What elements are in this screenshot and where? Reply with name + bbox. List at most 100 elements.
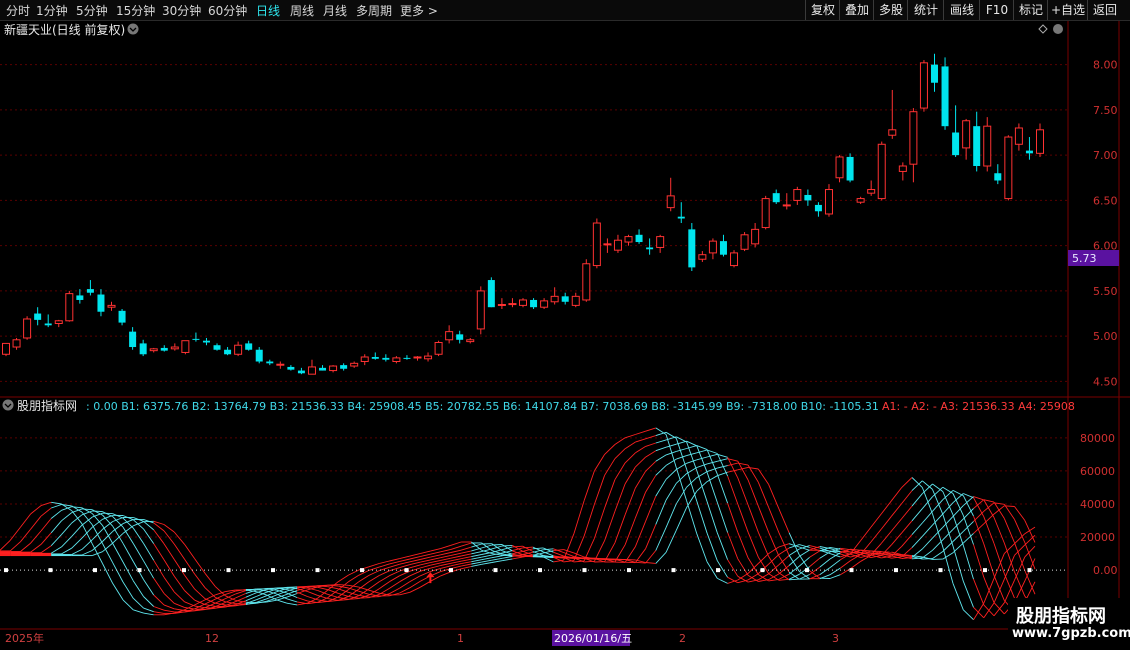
indicator-line-seg [645,524,657,549]
chevron-down-icon[interactable] [127,23,139,35]
indicator-line-seg [174,602,185,608]
draw-button[interactable]: 画线 [943,0,980,20]
mark-button[interactable]: 标记 [1013,0,1048,20]
indicator-line-seg [973,606,985,619]
indicator-line-seg [461,563,472,567]
indicator-line-seg [40,501,52,507]
zero-marker [360,568,364,573]
indicator-line-seg [809,550,821,558]
candle-body-up [413,356,422,359]
price-tick-label: 4.50 [1093,375,1118,388]
candle-body-up [793,189,802,201]
indicator-line-seg [1003,518,1015,543]
candle-body-up [276,363,285,366]
f10-button[interactable]: F10 [979,0,1014,20]
settings-dot-icon[interactable] [1053,24,1063,34]
indicator-line-seg [737,532,749,559]
indicator-line-seg [757,505,770,533]
candle-body-up [730,252,739,267]
indicator-line-seg [286,602,298,606]
indicator-line-seg [9,526,21,541]
tab-monthly[interactable]: 月线 [323,2,347,19]
candle-body-down [86,289,94,293]
indicator-line-seg [512,556,523,560]
indicator-line-seg [768,564,780,575]
indicator-line-seg [348,587,359,592]
indicator-line-seg [645,427,656,432]
indicator-line-seg [737,466,749,471]
indicator-line-seg [502,555,513,559]
candle-body-down [677,216,685,219]
kline-chart[interactable]: 4.505.005.506.006.507.007.508.00 0.00200… [0,21,1130,650]
indicator-line-seg [768,507,780,533]
tab-fenshi[interactable]: 分时 [6,2,30,19]
indicator-line-seg [91,529,103,541]
add-watchlist-button[interactable]: +自选 [1047,0,1088,20]
indicator-line-seg [471,559,482,563]
candle-body-up [656,236,665,248]
indicator-line-seg [655,479,667,497]
tab-15min[interactable]: 15分钟 [116,2,155,19]
indicator-line-seg [286,598,298,603]
stats-button[interactable]: 统计 [907,0,944,20]
tab-60min[interactable]: 60分钟 [208,2,247,19]
indicator-line-seg [379,563,390,568]
indicator-line-seg [471,554,482,558]
indicator-line-seg [624,452,636,464]
indicator-line-seg [163,524,175,533]
indicator-line-seg [716,473,729,504]
tab-5min[interactable]: 5分钟 [76,2,108,19]
indicator-line-seg [840,568,851,576]
zero-marker [538,568,542,573]
back-button[interactable]: 返回 [1087,0,1122,20]
indicator-line-seg [307,596,318,601]
tab-1min[interactable]: 1分钟 [36,2,68,19]
candle-body-up [698,254,707,260]
indicator-line-seg [399,575,411,583]
candle-body-down [561,296,569,302]
diamond-icon[interactable] [1038,24,1048,34]
indicator-line-seg [71,537,83,549]
zero-marker [315,568,320,573]
tab-daily[interactable]: 日线 [256,2,280,19]
indicator-line-seg [727,462,738,467]
indicator-line-seg [737,558,749,576]
tab-30min[interactable]: 30分钟 [162,2,201,19]
indicator-line-seg [173,559,185,576]
indicator-line-seg [460,542,472,547]
indicator-line-seg [348,569,359,576]
date-label-1: 1 [457,632,464,645]
indicator-line-seg [983,516,995,544]
indicator-line-seg [942,546,954,584]
adjust-button[interactable]: 复权 [805,0,840,20]
indicator-tick-label: 60000 [1080,465,1115,478]
tab-multi-period[interactable]: 多周期 [356,2,392,19]
indicator-line-seg [880,515,892,530]
indicator-line-seg [952,505,964,517]
indicator-menu-icon[interactable] [2,399,14,411]
indicator-line-seg [460,565,472,570]
stock-title: 新疆天业(日线 前复权) [4,22,125,37]
zero-marker [894,568,898,573]
tab-weekly[interactable]: 周线 [290,2,314,19]
indicator-line-seg [419,553,431,558]
candle-body-down [76,295,84,300]
zero-marker [760,568,765,573]
indicator-line-seg [133,609,144,614]
overlay-button[interactable]: 叠加 [839,0,874,20]
candle-body-down [129,331,137,348]
indicator-line-seg [624,487,636,515]
indicator-line-seg [91,509,103,516]
indicator-line-seg [450,558,462,562]
cursor-date-text: 2026/01/16/五 [554,632,632,645]
watermark-title: 股朋指标网 [1016,606,1106,627]
tab-more[interactable]: 更多 > [400,2,438,19]
multi-stock-button[interactable]: 多股 [873,0,908,20]
indicator-line-seg [461,556,472,560]
indicator-line-seg [901,477,913,488]
indicator-line-seg [163,559,175,577]
indicator-line-seg [481,548,493,553]
indicator-line-seg [809,557,821,567]
indicator-line-seg [132,543,144,562]
candle-body-up [434,342,443,355]
